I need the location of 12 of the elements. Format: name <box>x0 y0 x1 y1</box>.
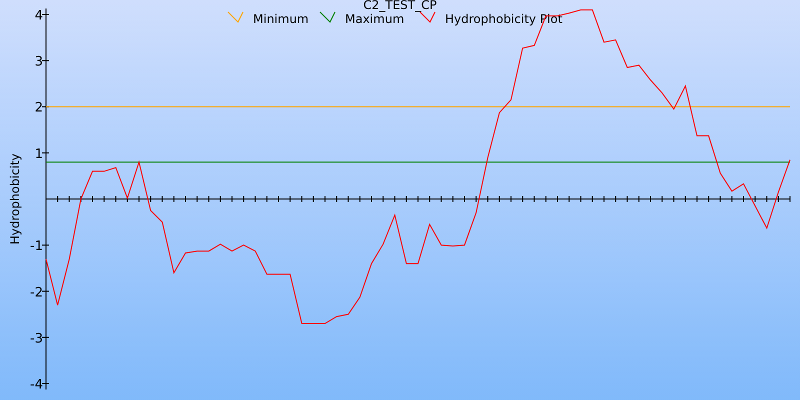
axis-tick-label: -1 <box>30 239 43 254</box>
legend-label: Minimum <box>253 12 309 26</box>
axis-tick-label: -4 <box>30 378 43 392</box>
axis-tick-label: 1 <box>34 146 43 162</box>
axis-title: Hydrophobicity <box>8 154 22 244</box>
axis-tick-label: 3 <box>34 54 43 70</box>
chart-title: C2_TEST_CP <box>363 0 437 12</box>
axis-tick-label: 4 <box>34 8 43 24</box>
axis-tick-label: -2 <box>30 285 43 300</box>
axis-tick-label: 2 <box>34 100 43 116</box>
legend-label: Maximum <box>345 12 404 26</box>
axis-tick-label: -3 <box>30 331 43 346</box>
